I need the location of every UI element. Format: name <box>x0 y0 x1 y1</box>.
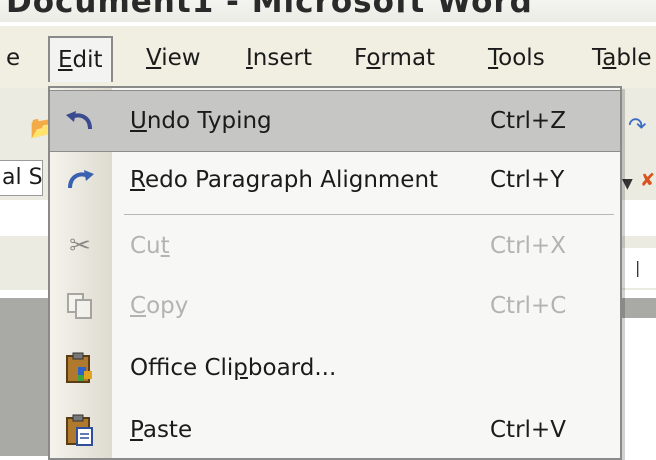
undo-icon <box>60 103 100 139</box>
access-key: I <box>246 45 253 71</box>
menu-item-shortcut: Ctrl+X <box>490 233 566 259</box>
menu-item-label: Office Clipboard... <box>130 355 337 381</box>
ruler-tick: | <box>635 258 641 277</box>
menu-separator <box>124 214 614 215</box>
menu-item-label: Undo Typing <box>130 108 272 134</box>
menu-item-paste[interactable]: Paste Ctrl+V <box>50 400 620 458</box>
menu-tools[interactable]: Tools <box>478 36 555 80</box>
menu-item-undo[interactable]: Undo Typing Ctrl+Z <box>50 90 620 152</box>
menu-item-redo[interactable]: Redo Paragraph Alignment Ctrl+Y <box>50 150 620 210</box>
menu-bar: e Edit View Insert Format Tools Table <box>0 26 656 89</box>
access-key: p <box>233 355 248 381</box>
menu-item-copy: Copy Ctrl+C <box>50 276 620 336</box>
copy-icon <box>60 288 100 324</box>
menu-item-label: Copy <box>130 293 189 319</box>
menu-item-office-clipboard[interactable]: Office Clipboard... <box>50 338 620 398</box>
access-key: C <box>130 293 147 319</box>
menu-item-label: Redo Paragraph Alignment <box>130 167 439 193</box>
window-title-bar: Document1 - Microsoft Word <box>0 0 656 22</box>
access-key: P <box>130 417 143 443</box>
access-key: o <box>366 45 381 71</box>
ruler: | <box>620 248 656 288</box>
access-key: V <box>146 45 162 71</box>
redo-icon <box>60 162 100 198</box>
menu-view[interactable]: View <box>136 36 211 80</box>
redo-toolbar-icon[interactable]: ↷ <box>628 114 646 139</box>
access-key: t <box>160 233 170 259</box>
menu-item-shortcut: Ctrl+C <box>490 293 567 319</box>
font-name-box[interactable]: al S <box>0 160 43 196</box>
menu-item-label: Cut <box>130 233 170 259</box>
menu-table[interactable]: Table <box>582 36 656 80</box>
menu-item-shortcut: Ctrl+Y <box>490 167 565 193</box>
dropdown-arrow-icon[interactable]: ▼ <box>622 176 633 192</box>
document-page[interactable] <box>618 318 656 456</box>
edit-menu-dropdown: Undo Typing Ctrl+Z Redo Paragraph Alignm… <box>48 86 622 460</box>
clipboard-icon <box>60 350 100 386</box>
menu-file[interactable]: e <box>0 36 30 80</box>
menu-format[interactable]: Format <box>344 36 445 80</box>
menu-edit[interactable]: Edit <box>48 36 113 82</box>
menu-insert[interactable]: Insert <box>236 36 322 80</box>
access-key: a <box>602 45 617 71</box>
access-key: E <box>58 47 73 73</box>
access-key: T <box>488 45 499 71</box>
access-key: R <box>130 167 145 193</box>
scissors-icon: ✂ <box>69 231 91 261</box>
menu-item-shortcut: Ctrl+V <box>490 417 566 443</box>
paste-icon <box>60 412 100 448</box>
font-color-icon[interactable]: ✘ <box>640 170 655 191</box>
window-title: Document1 - Microsoft Word <box>6 0 533 20</box>
menu-item-label: Paste <box>130 417 193 443</box>
menu-item-shortcut: Ctrl+Z <box>490 108 566 134</box>
menu-item-cut: ✂ Cut Ctrl+X <box>50 216 620 276</box>
access-key: U <box>130 108 147 134</box>
